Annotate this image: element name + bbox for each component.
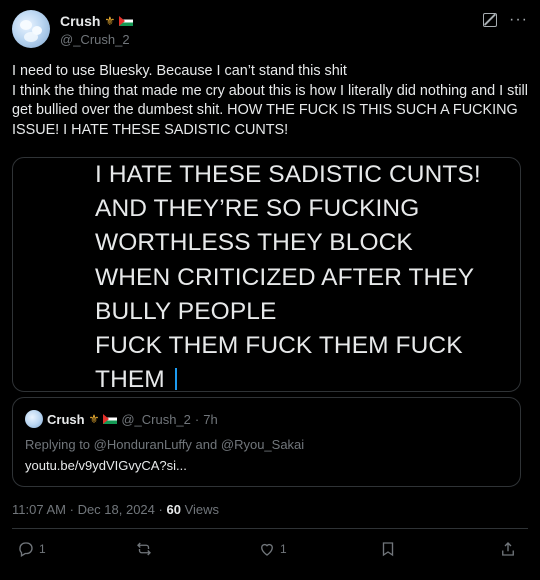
quoted-display-name: Crush [47, 411, 85, 427]
tweet-top-actions: ··· [483, 12, 528, 28]
tweet-actions: 1 1 [17, 540, 520, 564]
divider [12, 528, 528, 529]
mention-link[interactable]: @Ryou_Sakai [221, 437, 304, 452]
author-name-row: Crush ⚜ [60, 13, 134, 29]
quoted-separator: · [194, 411, 200, 427]
bookmark-button[interactable] [379, 540, 397, 558]
like-button[interactable]: 1 [258, 540, 287, 558]
quoted-author-row: Crush ⚜ @_Crush_2 · 7h [25, 410, 218, 428]
reply-icon [19, 542, 33, 557]
palestine-flag-icon [119, 16, 134, 26]
tweet: Crush ⚜ @_Crush_2 ··· I need to use Blue… [0, 0, 540, 580]
reply-count: 1 [39, 542, 46, 556]
bookmark-icon [382, 542, 394, 557]
tweet-text: I need to use Bluesky. Because I can’t s… [12, 62, 528, 140]
quoted-handle: @_Crush_2 [121, 411, 191, 427]
avatar[interactable] [12, 10, 50, 48]
media-text-line: WHEN CRITICIZED AFTER THEY [95, 263, 475, 291]
mention-link[interactable]: @HonduranLuffy [94, 437, 192, 452]
tweet-date[interactable]: Dec 18, 2024 [78, 502, 155, 517]
media-text-line: BULLY PEOPLE [95, 297, 277, 325]
share-button[interactable] [499, 540, 517, 558]
reply-button[interactable]: 1 [17, 540, 46, 558]
repost-icon [137, 542, 151, 556]
meta-separator: · [158, 502, 163, 517]
grok-icon[interactable] [483, 13, 498, 27]
crown-emoji-icon: ⚜ [104, 14, 116, 28]
media-text-line: I HATE THESE SADISTIC CUNTS! [95, 161, 481, 188]
palestine-flag-icon [103, 414, 118, 424]
replying-prefix: Replying to [25, 437, 91, 452]
author-handle[interactable]: @_Crush_2 [60, 32, 130, 47]
tweet-text-line: I need to use Bluesky. Because I can’t s… [12, 63, 347, 79]
views-label: Views [184, 502, 220, 517]
share-icon [502, 542, 514, 556]
more-options-icon[interactable]: ··· [509, 12, 528, 28]
views-count: 60 [166, 502, 181, 517]
media-image-text: I HATE THESE SADISTIC CUNTS! AND THEY’RE… [95, 158, 515, 392]
heart-icon [261, 543, 273, 556]
tweet-time[interactable]: 11:07 AM [12, 502, 66, 517]
tweet-media-image[interactable]: I HATE THESE SADISTIC CUNTS! AND THEY’RE… [12, 157, 521, 392]
quoted-tweet[interactable]: Crush ⚜ @_Crush_2 · 7h Replying to @Hond… [12, 397, 521, 487]
quoted-link[interactable]: youtu.be/v9ydVIGvyCA?si... [25, 458, 187, 473]
media-text-line: WORTHLESS THEY BLOCK [95, 229, 413, 257]
author-display-name[interactable]: Crush [60, 13, 100, 29]
quoted-replying-to: Replying to @HonduranLuffy and @Ryou_Sak… [25, 437, 304, 452]
quoted-avatar [25, 410, 43, 428]
text-cursor [174, 368, 177, 391]
tweet-meta: 11:07 AM · Dec 18, 2024 · 60 Views [12, 502, 219, 517]
tweet-text-line: I think the thing that made me cry about… [12, 82, 528, 138]
like-count: 1 [280, 542, 287, 556]
meta-separator: · [69, 502, 74, 517]
repost-button[interactable] [135, 540, 157, 558]
replying-and: and [195, 437, 218, 452]
media-text-line: AND THEY’RE SO FUCKING [95, 195, 420, 223]
media-text-line: THEM [95, 366, 165, 392]
crown-emoji-icon: ⚜ [88, 412, 100, 426]
media-text-line: FUCK THEM FUCK THEM FUCK [95, 332, 463, 360]
tweet-header: Crush ⚜ @_Crush_2 ··· [12, 10, 528, 50]
quoted-time: 7h [203, 411, 218, 427]
